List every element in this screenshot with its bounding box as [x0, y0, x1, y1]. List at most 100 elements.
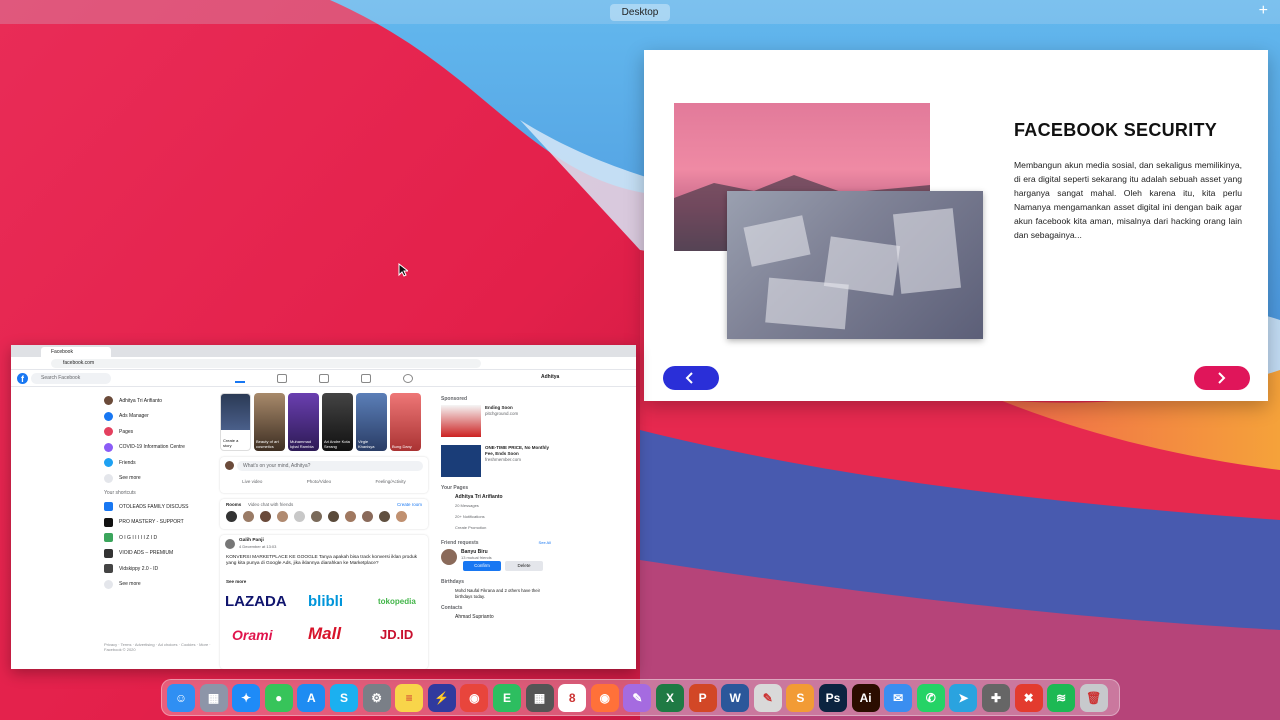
dock-skype-icon[interactable]: S [330, 684, 358, 712]
dock-evernote-icon[interactable]: E [493, 684, 521, 712]
story-card[interactable]: Bung Dany [390, 393, 421, 451]
dock-firefox-icon[interactable]: ◉ [590, 684, 619, 712]
marketplace-icon[interactable] [361, 374, 371, 383]
brand-matahari-mall: Mall [308, 624, 342, 643]
dock-notes-icon[interactable]: ≡ [395, 684, 424, 712]
dock-mail-icon[interactable]: ✉ [884, 684, 913, 712]
dock-spotify-icon[interactable]: ≋ [1047, 684, 1076, 712]
dock-telegram-icon[interactable]: ➤ [949, 684, 978, 712]
flag-icon[interactable] [277, 374, 287, 383]
dock-game-controller-icon[interactable]: ✚ [982, 684, 1010, 712]
story-card[interactable]: Beauty of art cosmetics [254, 393, 285, 451]
rooms-panel: Rooms Video chat with friends Create roo… [220, 499, 428, 529]
create-story-card[interactable]: Create a story [220, 393, 251, 451]
dock-whatsapp-icon[interactable]: ✆ [916, 684, 945, 712]
contact-item[interactable]: Ahmad Suprianto [455, 614, 551, 620]
create-room-link[interactable]: Create room [397, 502, 422, 507]
group-icon [104, 564, 113, 574]
dock-word-icon[interactable]: W [721, 684, 750, 712]
dock-finder-icon[interactable]: ☺ [167, 684, 195, 712]
confirm-button[interactable]: Confirm [463, 561, 501, 571]
brand-lazada: LAZADA [225, 593, 287, 610]
dock-toolbox-icon[interactable]: ✖ [1014, 684, 1043, 712]
dock-sublime-icon[interactable]: S [786, 684, 815, 712]
dock-launchpad-icon[interactable]: ▦ [199, 684, 228, 712]
browser-window[interactable]: Facebook facebook.com f Search Facebook … [11, 345, 636, 669]
photo-video-button[interactable]: Photo/Video [307, 479, 331, 484]
dock-speedy-icon[interactable]: ⚡ [427, 684, 456, 712]
birthdays-heading: Birthdays [441, 579, 465, 585]
dock-quill-icon[interactable]: ✎ [623, 684, 652, 712]
shortcut-item[interactable]: VIOID ADS – PREMIUM [104, 546, 219, 562]
dock-calendar-icon[interactable]: 8 [558, 684, 587, 712]
see-more-link[interactable]: See more [226, 579, 246, 584]
story-card[interactable]: Ari Andre Kota Serang [322, 393, 353, 451]
feeling-activity-button[interactable]: Feeling/Activity [376, 479, 406, 484]
story-label: Beauty of art cosmetics [256, 439, 279, 449]
menu-item-profile[interactable]: Adhitya Tri Arifianto [104, 393, 219, 409]
story-card[interactable]: Virgie Khanisya [356, 393, 387, 451]
browser-tab[interactable]: Facebook [41, 347, 111, 357]
menu-see-more[interactable]: See more [104, 471, 219, 487]
page-stat[interactable]: Create Promotion [455, 522, 551, 533]
page-stat[interactable]: 20 Messages [455, 500, 551, 511]
groups-icon[interactable] [403, 374, 413, 383]
dock-script-editor-icon[interactable]: ✎ [753, 684, 782, 712]
dock-safari-icon[interactable]: ✦ [232, 684, 261, 712]
rooms-label: Rooms [226, 502, 242, 507]
page-stat[interactable]: 20+ Notifications [455, 511, 551, 522]
dock-system-preferences-icon[interactable]: ⚙ [362, 684, 391, 712]
menu-label: COVID-19 Information Centre [119, 444, 185, 451]
story-card[interactable]: Muhammad Iqbal Rambia [288, 393, 319, 451]
profile-name[interactable]: Adhitya [541, 374, 559, 380]
search-input[interactable]: Search Facebook [31, 373, 111, 384]
slide-body: Membangun akun media sosial, dan sekalig… [1014, 160, 1242, 240]
facebook-logo-icon[interactable]: f [17, 373, 28, 384]
chevron-down-icon [104, 473, 113, 483]
menu-item-ads[interactable]: Ads Manager [104, 409, 219, 425]
shortcut-item[interactable]: O I G I I I I I Z I D [104, 530, 219, 546]
watch-icon[interactable] [319, 374, 329, 383]
dock-calculator-icon[interactable]: ▦ [525, 684, 554, 712]
workshop-photo [727, 191, 983, 339]
chevron-down-icon [104, 579, 113, 589]
previous-slide-button[interactable] [663, 366, 719, 390]
home-icon[interactable] [235, 374, 245, 383]
menu-item-friends[interactable]: Friends [104, 455, 219, 471]
shortcut-item[interactable]: OTOLEADS FAMILY DISCUSS [104, 499, 219, 515]
pages-flag-icon [104, 427, 113, 437]
sponsored-ad[interactable]: Ending Soon pitchground.com [441, 405, 551, 441]
tab-strip: Facebook [11, 345, 636, 357]
add-desktop-button[interactable]: + [1259, 3, 1268, 19]
desktop-label[interactable]: Desktop [610, 4, 670, 21]
shortcuts-heading: Your shortcuts [104, 490, 136, 496]
dock-photoshop-icon[interactable]: Ps [819, 684, 847, 712]
menu-label: Friends [119, 459, 136, 466]
dock-chrome-icon[interactable]: ◉ [460, 684, 489, 712]
menu-item-covid[interactable]: COVID-19 Information Centre [104, 440, 219, 456]
dock-excel-icon[interactable]: X [656, 684, 684, 712]
dock-illustrator-icon[interactable]: Ai [851, 684, 880, 712]
friend-requests-heading: Friend requests [441, 540, 479, 546]
next-slide-button[interactable] [1194, 366, 1250, 390]
story-label: Muhammad Iqbal Rambia [290, 439, 314, 449]
menu-label: Adhitya Tri Arifianto [119, 397, 163, 404]
url-bar[interactable]: facebook.com [51, 359, 481, 368]
dock-powerpoint-icon[interactable]: P [688, 684, 717, 712]
composer-input[interactable]: What's on your mind, Adhitya? [237, 461, 423, 471]
delete-button[interactable]: Delete [505, 561, 543, 571]
dock-messages-icon[interactable]: ● [264, 684, 293, 712]
dock-trash-icon[interactable]: 🗑 [1079, 684, 1108, 712]
menu-item-pages[interactable]: Pages [104, 424, 219, 440]
presentation-window[interactable]: FACEBOOK SECURITY Membangun akun media s… [644, 50, 1268, 401]
sponsored-ad[interactable]: ONE-TIME PRICE, No Monthly Fee, Ends Soo… [441, 445, 551, 481]
dock-app-store-icon[interactable]: A [297, 684, 326, 712]
menu-label: Ads Manager [119, 413, 149, 420]
your-pages-heading: Your Pages [441, 485, 469, 491]
shortcuts-see-more[interactable]: See more [104, 577, 219, 593]
see-all-link[interactable]: See All [539, 540, 551, 549]
shortcut-item[interactable]: Vidskippy 2.0 - ID [104, 561, 219, 577]
live-video-button[interactable]: Live video [242, 479, 262, 484]
shortcut-item[interactable]: PRO MASTERY - SUPPORT [104, 515, 219, 531]
post-author[interactable]: Galih Panji [239, 538, 264, 543]
